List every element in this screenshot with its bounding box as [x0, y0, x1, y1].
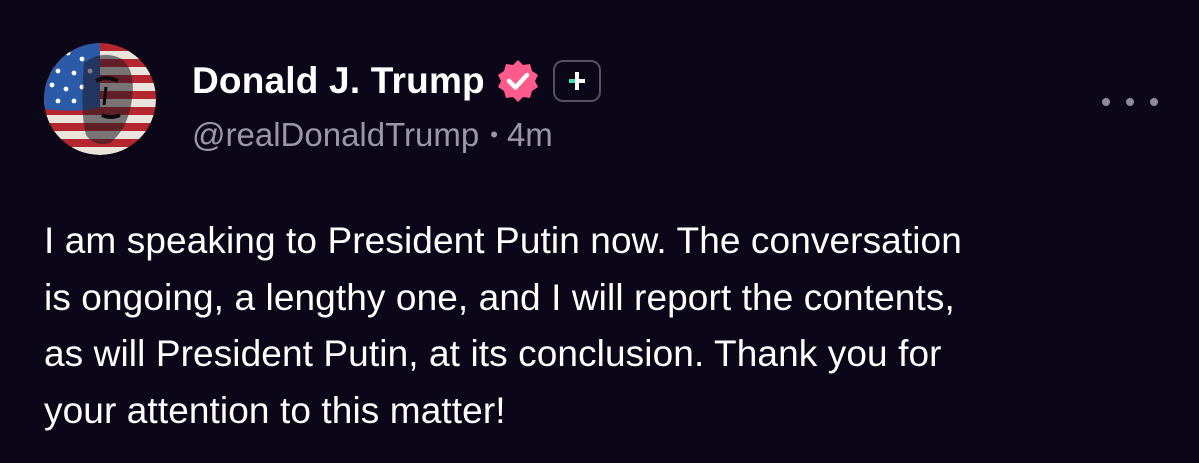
more-dot [1126, 98, 1134, 106]
post-text-line: I am speaking to President Putin now. Th… [44, 220, 962, 261]
post-text-line: is ongoing, a lengthy one, and I will re… [44, 276, 955, 318]
truth-post-card: Donald J. Trump @realDonaldTrump • 4m I … [0, 0, 1199, 463]
author-display-name[interactable]: Donald J. Trump [192, 60, 485, 102]
plus-subscription-badge[interactable] [552, 60, 601, 102]
plus-subscription-icon [568, 72, 585, 90]
meta-separator: • [490, 122, 498, 147]
verified-check-badge-icon [495, 58, 541, 104]
more-dot [1102, 98, 1110, 106]
post-timestamp[interactable]: 4m [507, 116, 553, 154]
author-handle[interactable]: @realDonaldTrump [192, 116, 479, 154]
more-dot [1150, 98, 1158, 106]
avatar-flag-portrait-icon [44, 43, 156, 155]
more-options-icon[interactable] [1102, 87, 1158, 117]
post-text: I am speaking to President Putin now. Th… [44, 213, 1164, 439]
post-text-line: your attention to this matter! [44, 389, 506, 431]
avatar[interactable] [44, 43, 156, 155]
author-meta-row: @realDonaldTrump • 4m [192, 113, 553, 157]
post-text-line: as will President Putin, at its conclusi… [44, 333, 942, 374]
author-name-row: Donald J. Trump [192, 57, 601, 105]
